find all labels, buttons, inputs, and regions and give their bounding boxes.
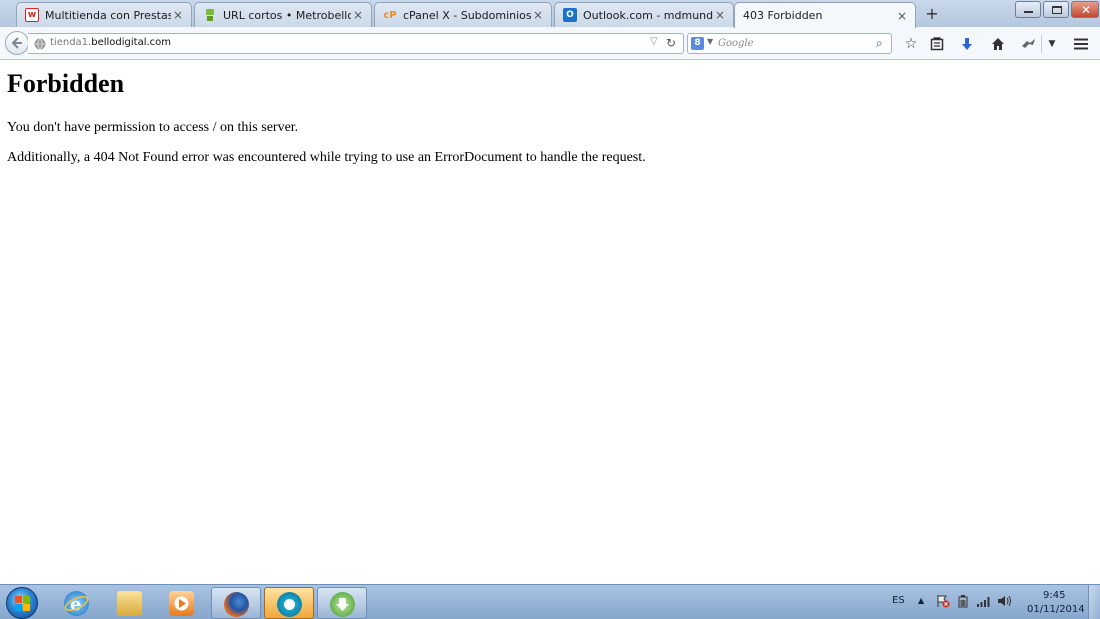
clock-date[interactable]: 01/11/2014 [1027, 604, 1085, 615]
close-window-icon: ✕ [1081, 3, 1092, 17]
hamburger-menu-icon[interactable] [1071, 34, 1091, 54]
permission-message: You don't have permission to access / on… [7, 120, 299, 135]
search-bar[interactable]: 8 ▼ ⌕ [687, 33, 892, 54]
error-document-message: Additionally, a 404 Not Found error was … [7, 150, 646, 165]
power-icon[interactable] [956, 594, 970, 611]
download-icon[interactable] [957, 34, 977, 54]
tab-strip: w Multitienda con Prestasho... × URL cor… [0, 0, 1100, 28]
search-engine-icon[interactable]: 8 [691, 37, 704, 50]
media-player-icon [169, 591, 194, 616]
restore-button[interactable] [1043, 1, 1069, 18]
close-icon[interactable]: × [895, 9, 909, 23]
opera-icon [277, 592, 302, 617]
page-content: Forbidden You don't have permission to a… [0, 61, 1100, 584]
close-icon[interactable]: × [531, 8, 545, 22]
chevron-down-icon[interactable]: ▼ [1042, 34, 1062, 54]
clock-time[interactable]: 9:45 [1043, 590, 1065, 601]
navigation-toolbar: tienda1.bellodigital.com ▽ ↻ 8 ▼ ⌕ ☆ ▼ [0, 27, 1100, 60]
chevron-up-icon[interactable]: ▲ [918, 596, 924, 605]
cpanel-icon: cP [383, 9, 397, 21]
firefox-icon [224, 592, 249, 617]
new-tab-button[interactable]: + [922, 4, 942, 24]
taskbar: e ES ▲ 9:45 01/11/2014 [0, 584, 1100, 619]
url-bar[interactable]: tienda1.bellodigital.com ▽ ↻ [28, 33, 684, 54]
url-subdomain: tienda1. [50, 37, 92, 48]
volume-icon[interactable] [997, 594, 1013, 611]
file-explorer-icon [117, 591, 142, 616]
language-indicator[interactable]: ES [892, 595, 905, 606]
history-dropdown-icon[interactable]: ▽ [650, 36, 658, 47]
tab-label: 403 Forbidden [743, 9, 823, 22]
start-button[interactable] [6, 587, 38, 619]
show-desktop-button[interactable] [1088, 585, 1100, 619]
bookmark-star-icon[interactable]: ☆ [901, 34, 921, 54]
extension-icon[interactable] [1019, 34, 1039, 54]
reload-icon[interactable]: ↻ [666, 36, 676, 50]
tab-url-cortos[interactable]: URL cortos • Metrobello × [194, 2, 372, 27]
back-arrow-icon [11, 37, 22, 49]
close-icon[interactable]: × [171, 8, 185, 22]
tab-label: cPanel X - Subdominios [403, 8, 531, 22]
tab-label: Multitienda con Prestasho... [45, 8, 171, 22]
w-logo-icon: w [25, 8, 39, 22]
tab-outlook[interactable]: O Outlook.com - mdmundo... × [554, 2, 734, 27]
taskbar-internet-explorer[interactable]: e [52, 587, 102, 619]
tab-multitienda[interactable]: w Multitienda con Prestasho... × [16, 2, 192, 27]
tab-label: URL cortos • Metrobello [223, 8, 351, 22]
back-button[interactable] [5, 31, 29, 55]
tab-403-forbidden[interactable]: 403 Forbidden × [734, 2, 916, 28]
url-text[interactable]: tienda1.bellodigital.com [50, 37, 171, 48]
search-input[interactable] [718, 36, 868, 51]
taskbar-media-player[interactable] [157, 587, 207, 619]
taskbar-opera[interactable] [264, 587, 314, 619]
close-window-button[interactable]: ✕ [1071, 1, 1099, 18]
tab-label: Outlook.com - mdmundo... [583, 8, 713, 22]
page-title: Forbidden [7, 69, 125, 98]
restore-icon [1052, 6, 1062, 14]
minimize-button[interactable] [1015, 1, 1041, 18]
close-icon[interactable]: × [351, 8, 365, 22]
taskbar-file-explorer[interactable] [105, 587, 155, 619]
globe-icon [34, 38, 46, 50]
network-icon[interactable] [976, 594, 992, 611]
download-manager-icon [330, 592, 355, 617]
close-icon[interactable]: × [713, 8, 727, 22]
windows-logo-icon [15, 596, 30, 611]
taskbar-firefox[interactable] [211, 587, 261, 619]
chevron-down-icon[interactable]: ▼ [707, 37, 713, 46]
taskbar-download-manager[interactable] [317, 587, 367, 619]
robot-icon [203, 8, 217, 22]
url-domain: bellodigital.com [91, 37, 172, 48]
tab-cpanel[interactable]: cP cPanel X - Subdominios × [374, 2, 552, 27]
internet-explorer-icon: e [64, 591, 89, 616]
search-icon[interactable]: ⌕ [876, 36, 883, 51]
action-center-flag-icon[interactable] [936, 594, 950, 611]
minimize-icon [1024, 11, 1033, 13]
bookmarks-menu-icon[interactable] [927, 34, 947, 54]
home-icon[interactable] [988, 34, 1008, 54]
outlook-icon: O [563, 8, 577, 22]
